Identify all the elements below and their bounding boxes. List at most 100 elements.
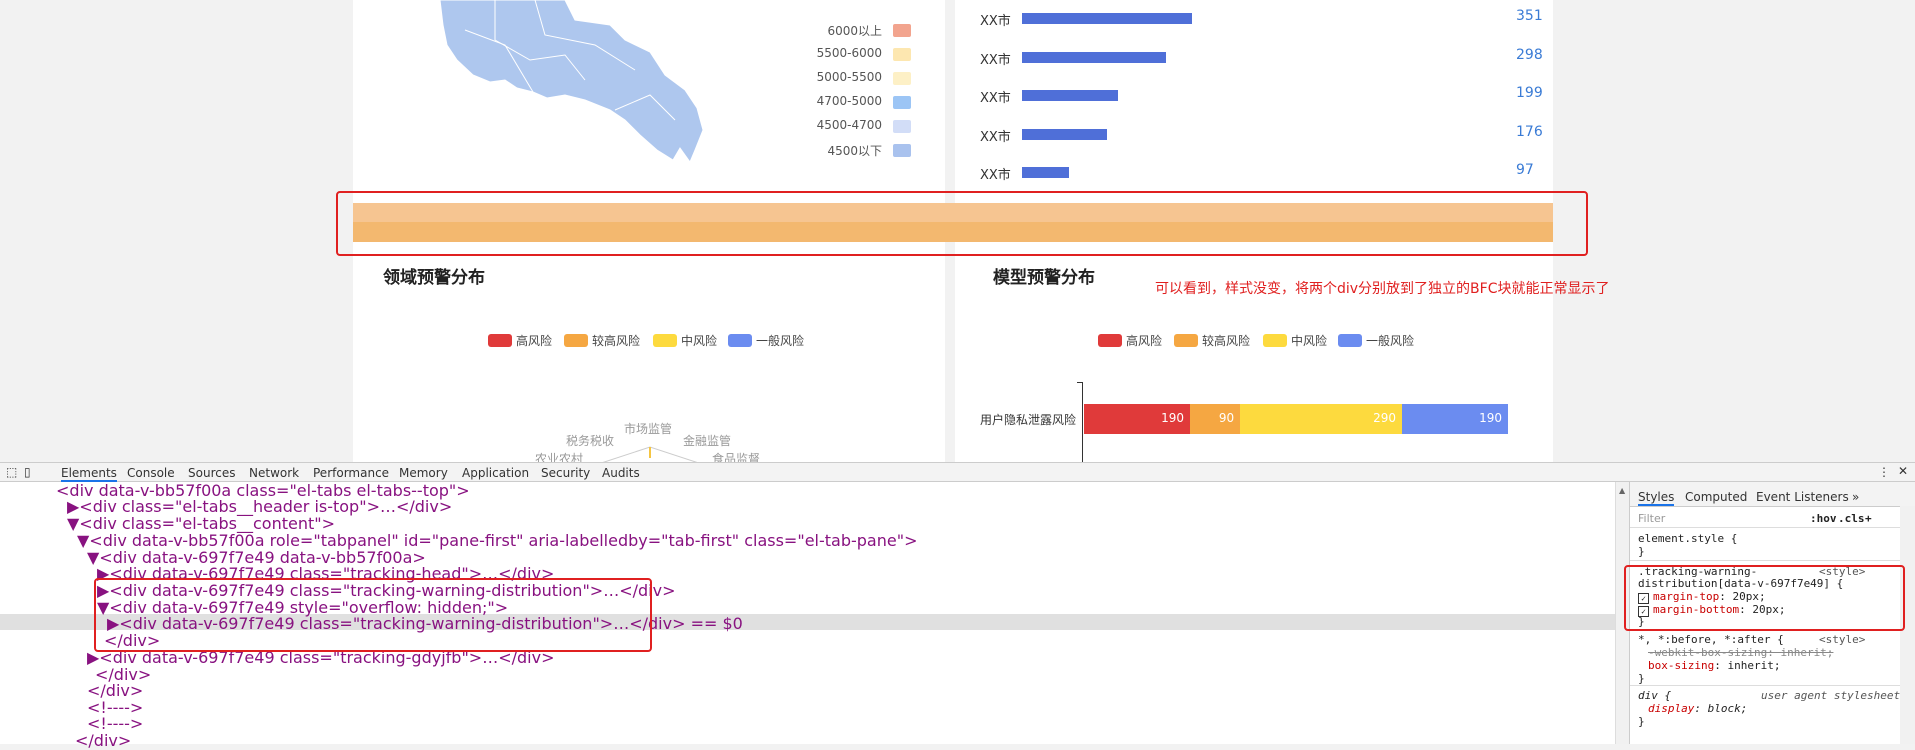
risk-legend-label: 一般风险 bbox=[1366, 334, 1415, 348]
devtools-tab[interactable]: Security bbox=[541, 466, 590, 480]
annotation-note: 可以看到，样式没变，将两个div分别放到了独立的BFC块就能正常显示了 bbox=[1155, 281, 1610, 297]
stacked-axis bbox=[1082, 382, 1083, 462]
city-bar bbox=[1022, 167, 1069, 178]
stacked-category-label: 用户隐私泄露风险 bbox=[980, 413, 1077, 427]
radar-label-agriculture: 农业农村 bbox=[535, 452, 584, 462]
city-bar-value: 351 bbox=[1516, 8, 1543, 24]
rule3-selector: div { bbox=[1638, 689, 1672, 702]
rule2-decl-2[interactable]: box-sizing: inherit; bbox=[1648, 659, 1780, 672]
city-bar bbox=[1022, 128, 1108, 140]
risk-legend-swatch bbox=[488, 334, 512, 347]
risk-legend-label: 中风险 bbox=[1291, 334, 1328, 348]
rule3-source: user agent stylesheet bbox=[1761, 689, 1901, 702]
devtools-tab[interactable]: Network bbox=[249, 466, 299, 480]
city-bar-value: 199 bbox=[1516, 85, 1543, 101]
city-label: XX市 bbox=[980, 14, 1011, 29]
risk-legend-item: 较高风险 bbox=[1174, 332, 1250, 349]
hov-button[interactable]: :hov bbox=[1810, 512, 1837, 525]
devtools-tab[interactable]: Audits bbox=[602, 466, 640, 480]
inspect-icon[interactable]: ⬚ bbox=[6, 465, 17, 479]
section-title-domain: 领域预警分布 bbox=[383, 268, 485, 288]
close-icon[interactable]: ✕ bbox=[1898, 464, 1908, 478]
risk-legend-swatch bbox=[564, 334, 588, 347]
city-bar-value: 97 bbox=[1516, 162, 1534, 178]
map-legend-label: 5500-6000 bbox=[816, 46, 882, 60]
devtools-tab[interactable]: Performance bbox=[313, 466, 389, 480]
risk-legend-item: 中风险 bbox=[653, 332, 717, 349]
map-legend-swatch bbox=[893, 48, 911, 61]
radar-label-food: 食品监督 bbox=[712, 452, 761, 462]
tab-event-listeners[interactable]: Event Listeners bbox=[1756, 490, 1849, 504]
map-legend-swatch bbox=[893, 72, 911, 85]
risk-legend-label: 高风险 bbox=[1126, 334, 1163, 348]
rule2-close: } bbox=[1638, 672, 1645, 685]
radar-label-market: 市场监管 bbox=[624, 422, 673, 436]
risk-legend-swatch bbox=[1263, 334, 1287, 347]
cls-button[interactable]: .cls bbox=[1838, 512, 1865, 525]
rule3-close: } bbox=[1638, 715, 1645, 728]
city-label: XX市 bbox=[980, 129, 1011, 145]
devtools-tab[interactable]: Application bbox=[462, 466, 529, 480]
element-style-close: } bbox=[1638, 545, 1645, 558]
map-legend-label: 6000以上 bbox=[827, 24, 882, 38]
risk-legend-item: 较高风险 bbox=[564, 332, 640, 349]
risk-legend-item: 高风险 bbox=[1098, 332, 1162, 349]
element-style-rule: element.style { bbox=[1638, 532, 1738, 545]
device-toggle-icon[interactable]: ▯ bbox=[24, 465, 31, 479]
risk-legend-label: 较高风险 bbox=[1202, 334, 1251, 348]
risk-legend-item: 高风险 bbox=[488, 332, 552, 349]
rule2-decl-1[interactable]: -webkit-box-sizing: inherit; bbox=[1648, 646, 1833, 659]
rule3-decl[interactable]: display: block; bbox=[1648, 702, 1747, 715]
highlight-box-styles bbox=[1624, 565, 1905, 631]
province-map bbox=[439, 0, 704, 164]
devtools-tab[interactable]: Console bbox=[127, 466, 175, 480]
map-legend-swatch bbox=[893, 120, 911, 133]
dom-node-line[interactable]: </div> bbox=[75, 731, 131, 750]
section-title-model: 模型预警分布 bbox=[993, 268, 1095, 288]
map-legend-label: 4700-5000 bbox=[816, 94, 882, 108]
city-label: XX市 bbox=[980, 52, 1011, 68]
stacked-bar-value: 190 bbox=[1479, 411, 1502, 425]
city-bar bbox=[1022, 51, 1167, 63]
stacked-axis-tick bbox=[1077, 382, 1082, 383]
tab-computed[interactable]: Computed bbox=[1685, 490, 1747, 504]
styles-filter-input[interactable]: Filter bbox=[1638, 512, 1665, 525]
more-menu-icon[interactable]: ⋮ bbox=[1878, 465, 1890, 479]
city-label: XX市 bbox=[980, 168, 1011, 183]
risk-legend-item: 中风险 bbox=[1263, 332, 1327, 349]
devtools-tab[interactable]: Sources bbox=[188, 466, 235, 480]
stacked-bar-value: 190 bbox=[1161, 411, 1184, 425]
risk-legend-swatch bbox=[1098, 334, 1122, 347]
map-legend-label: 4500-4700 bbox=[816, 118, 882, 132]
map-legend-swatch bbox=[893, 24, 911, 37]
city-bar bbox=[1022, 13, 1192, 24]
city-label: XX市 bbox=[980, 91, 1011, 106]
map-legend-label: 5000-5500 bbox=[816, 70, 882, 84]
highlight-box-dom bbox=[94, 578, 652, 652]
rule2-source-link[interactable]: <style> bbox=[1819, 633, 1865, 646]
risk-legend-label: 中风险 bbox=[681, 334, 718, 348]
radar-label-finance: 金融监管 bbox=[683, 434, 732, 448]
stacked-bar-value: 290 bbox=[1373, 411, 1396, 425]
new-rule-button[interactable]: + bbox=[1865, 512, 1872, 525]
more-tabs-icon[interactable]: » bbox=[1852, 490, 1859, 504]
risk-legend-label: 高风险 bbox=[516, 334, 553, 348]
devtools-tab[interactable]: Memory bbox=[399, 466, 448, 480]
risk-legend-swatch bbox=[728, 334, 752, 347]
risk-legend-swatch bbox=[1338, 334, 1362, 347]
city-bar-value: 176 bbox=[1516, 123, 1543, 140]
city-bar-value: 298 bbox=[1516, 46, 1543, 63]
map-legend-swatch bbox=[893, 144, 911, 157]
risk-legend-label: 较高风险 bbox=[592, 334, 641, 348]
map-legend-swatch bbox=[893, 96, 911, 109]
risk-legend-swatch bbox=[653, 334, 677, 347]
city-bar bbox=[1022, 90, 1119, 101]
devtools-tab[interactable]: Elements bbox=[61, 466, 117, 482]
highlight-box-page bbox=[336, 191, 1588, 256]
risk-legend-item: 一般风险 bbox=[728, 332, 804, 349]
tab-styles[interactable]: Styles bbox=[1638, 490, 1675, 506]
map-legend-label: 4500以下 bbox=[827, 144, 882, 158]
devtools-toolbar: ⬚ ▯ Elements Console Sources Network Perform… bbox=[0, 462, 1915, 482]
risk-legend-swatch bbox=[1174, 334, 1198, 347]
stacked-bar-value: 90 bbox=[1218, 411, 1235, 425]
